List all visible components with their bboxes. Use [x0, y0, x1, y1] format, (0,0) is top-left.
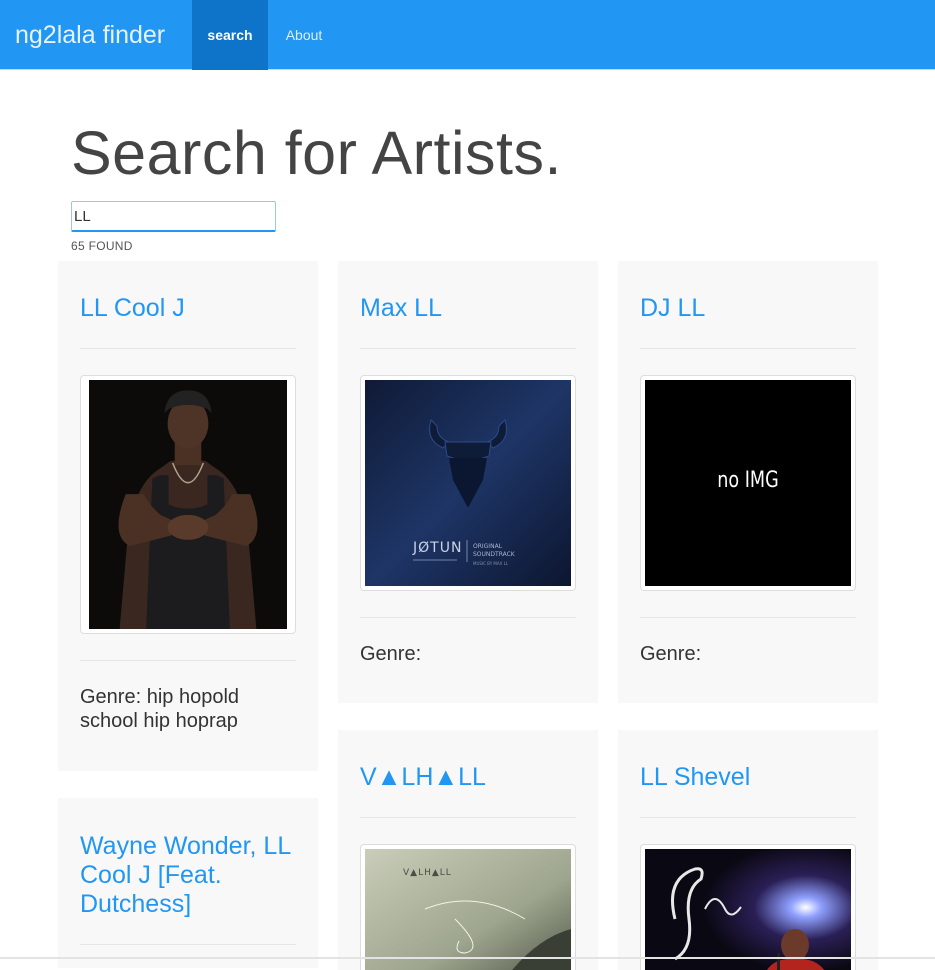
valhall-album-cover-image: V▲LH▲LL — [365, 849, 571, 970]
artist-genre: Genre: — [640, 643, 702, 665]
artist-genre: Genre: hip hopold school hip hoprap — [80, 686, 240, 732]
svg-text:V▲LH▲LL: V▲LH▲LL — [403, 868, 452, 878]
artist-photo-image — [89, 380, 287, 629]
artist-thumbnail[interactable]: JØTUN ORIGINAL SOUNDTRACK MUSIC BY MAX L… — [360, 375, 576, 591]
brand-logo[interactable]: ng2lala finder — [15, 0, 165, 70]
search-input[interactable] — [71, 201, 276, 232]
artist-genre: Genre: — [360, 643, 422, 665]
page-title: Search for Artists. — [71, 119, 562, 187]
artist-thumbnail[interactable] — [80, 375, 296, 634]
artist-card: LL Cool J Genre: hip hopold school hip h… — [58, 261, 318, 771]
top-navbar: ng2lala finder search About — [0, 0, 935, 70]
artist-thumbnail[interactable]: V▲LH▲LL — [360, 844, 576, 970]
artist-name-link[interactable]: V▲LH▲LL — [360, 730, 576, 818]
artist-name-link[interactable]: DJ LL — [640, 261, 856, 349]
artist-name-link[interactable]: Wayne Wonder, LL Cool J [Feat. Dutchess] — [80, 798, 296, 945]
artist-name-link[interactable]: LL Shevel — [640, 730, 856, 818]
artist-name-link[interactable]: LL Cool J — [80, 261, 296, 349]
artist-card: LL Shevel — [618, 730, 878, 970]
card-divider — [640, 617, 856, 618]
artist-thumbnail[interactable]: no IMG — [640, 375, 856, 591]
svg-text:JØTUN: JØTUN — [412, 540, 462, 556]
svg-text:SOUNDTRACK: SOUNDTRACK — [473, 551, 516, 558]
results-count: 65 FOUND — [71, 239, 133, 253]
artist-name-link[interactable]: Max LL — [360, 261, 576, 349]
shevel-artist-photo-image — [645, 849, 851, 970]
artist-card: DJ LL no IMG Genre: — [618, 261, 878, 703]
artist-card: V▲LH▲LL V▲LH▲LL — [338, 730, 598, 970]
artist-card: Max LL JØTUN ORIGINAL SOUNDTRACK MUSIC B… — [338, 261, 598, 703]
no-image-placeholder: no IMG — [645, 380, 851, 586]
svg-text:ORIGINAL: ORIGINAL — [473, 543, 503, 550]
no-image-label: no IMG — [717, 468, 779, 493]
jotun-album-cover-image: JØTUN ORIGINAL SOUNDTRACK MUSIC BY MAX L… — [365, 380, 571, 586]
nav-tab-about[interactable]: About — [268, 0, 340, 70]
card-divider — [360, 617, 576, 618]
artist-card: Wayne Wonder, LL Cool J [Feat. Dutchess] — [58, 798, 318, 968]
card-divider — [80, 660, 296, 661]
artist-thumbnail[interactable] — [640, 844, 856, 970]
nav-tab-search[interactable]: search — [192, 0, 268, 70]
svg-text:MUSIC BY MAX LL: MUSIC BY MAX LL — [473, 561, 509, 566]
